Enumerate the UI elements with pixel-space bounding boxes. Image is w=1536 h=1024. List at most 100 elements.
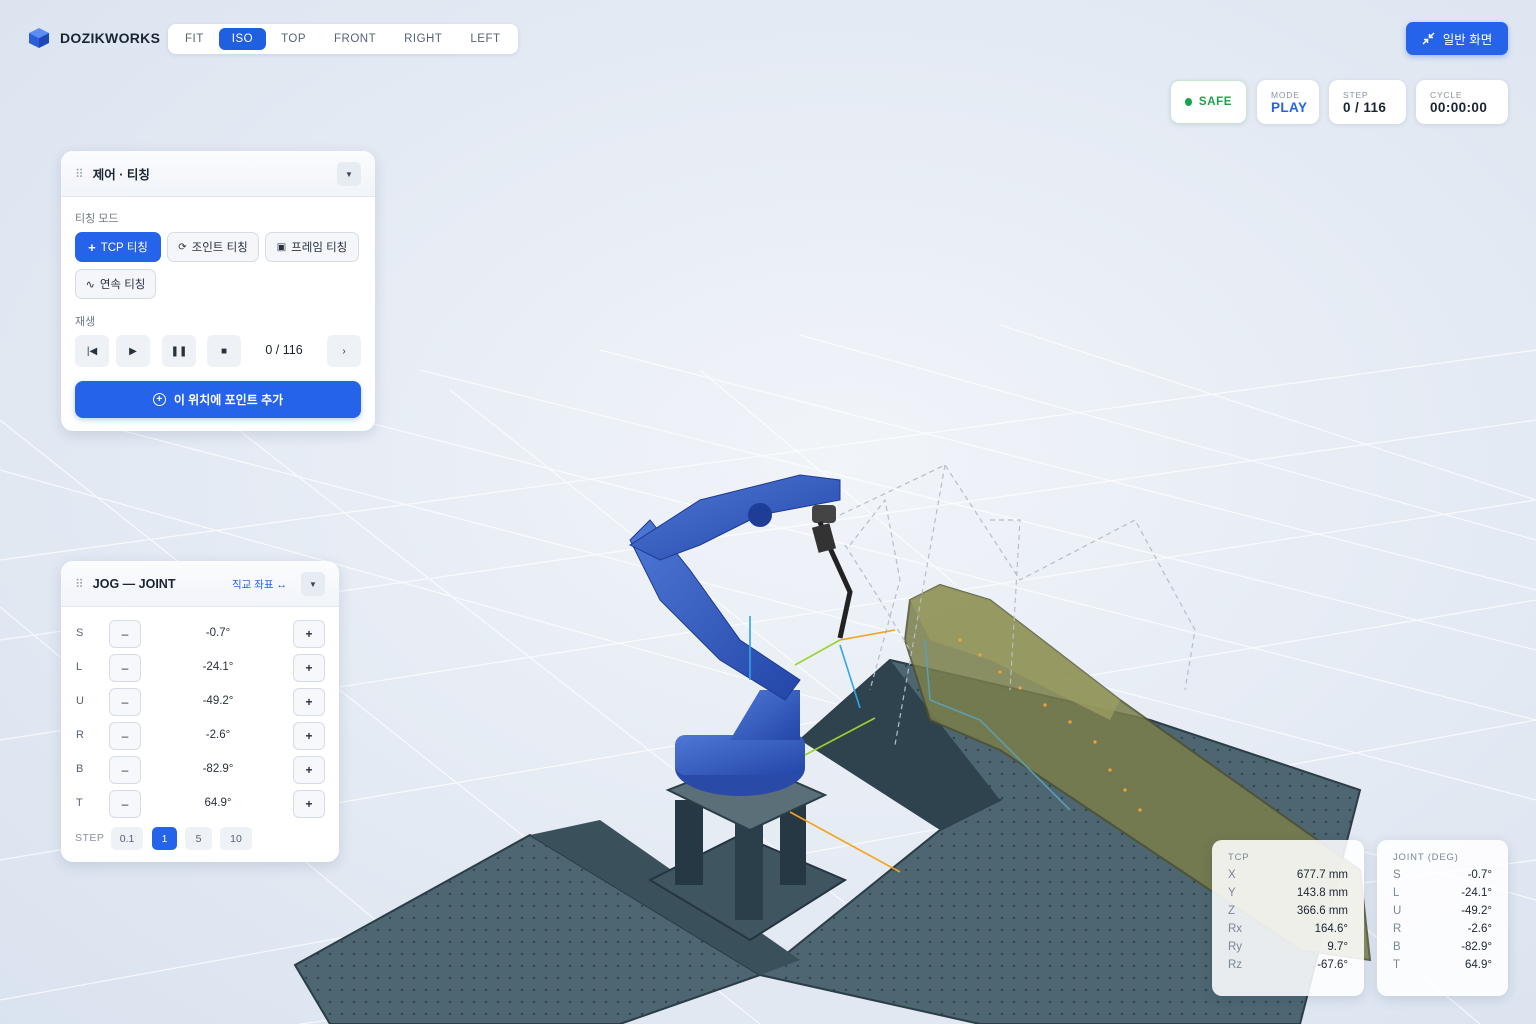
step-status: STEP 0 / 116 bbox=[1329, 80, 1406, 124]
readout-value: -2.6° bbox=[1467, 923, 1492, 935]
axis-value: -2.6° bbox=[205, 729, 231, 741]
readout-value: 143.8 mm bbox=[1296, 887, 1348, 899]
view-toolbar: FIT ISO TOP FRONT RIGHT LEFT bbox=[168, 24, 518, 54]
add-point-button[interactable]: + 이 위치에 포인트 추가 bbox=[75, 381, 361, 418]
jog-plus-button[interactable]: + bbox=[293, 654, 325, 682]
readout-value: -24.1° bbox=[1461, 887, 1492, 899]
cycle-value: 00:00:00 bbox=[1430, 99, 1488, 115]
app-logo: DOZIKWORKS bbox=[28, 27, 160, 49]
step-size-label: STEP bbox=[75, 832, 105, 844]
readout-value: 64.9° bbox=[1465, 959, 1492, 971]
drag-handle-icon[interactable]: ⠿ bbox=[75, 167, 84, 181]
rotate-icon: ⟳ bbox=[178, 241, 187, 253]
readout-value: 164.6° bbox=[1314, 923, 1348, 935]
view-fit-button[interactable]: FIT bbox=[172, 28, 217, 50]
readout-key: Rx bbox=[1228, 923, 1243, 935]
pause-button[interactable]: ❚❚ bbox=[162, 335, 196, 367]
readout-key: L bbox=[1393, 887, 1400, 899]
readout-row: Ry 9.7° bbox=[1228, 941, 1348, 959]
safety-status: SAFE bbox=[1170, 80, 1247, 124]
next-step-button[interactable]: › bbox=[327, 335, 361, 367]
readout-key: Y bbox=[1228, 887, 1236, 899]
readout-row: U -49.2° bbox=[1393, 905, 1492, 923]
view-iso-button[interactable]: ISO bbox=[218, 28, 267, 50]
control-panel-header[interactable]: ⠿ 제어 · 티칭 ▼ bbox=[61, 151, 375, 197]
stop-icon: ■ bbox=[220, 345, 228, 357]
axis-label: L bbox=[76, 661, 83, 673]
readout-value: 9.7° bbox=[1327, 941, 1348, 953]
view-top-button[interactable]: TOP bbox=[268, 28, 319, 50]
readout-key: S bbox=[1393, 869, 1401, 881]
joint-readout: JOINT (DEG) S -0.7° L -24.1° U -49.2° R -2.6… bbox=[1377, 840, 1508, 996]
safe-label: SAFE bbox=[1198, 96, 1232, 108]
play-button[interactable]: ▶ bbox=[116, 335, 150, 367]
readout-value: -0.7° bbox=[1467, 869, 1492, 881]
collapse-panel-button[interactable]: ▼ bbox=[301, 572, 325, 596]
jog-minus-button[interactable]: – bbox=[109, 654, 141, 682]
readout-row: Rx 164.6° bbox=[1228, 923, 1348, 941]
step-5-button[interactable]: 5 bbox=[185, 827, 212, 850]
jog-row-t: T – 64.9° + bbox=[61, 790, 339, 818]
jog-minus-button[interactable]: – bbox=[109, 756, 141, 784]
axis-value: 64.9° bbox=[204, 797, 232, 809]
jog-row-b: B – -82.9° + bbox=[61, 756, 339, 784]
control-panel-title: 제어 · 티칭 bbox=[92, 168, 150, 182]
axis-value: -24.1° bbox=[202, 661, 234, 673]
stop-button[interactable]: ■ bbox=[207, 335, 241, 367]
readout-value: 677.7 mm bbox=[1296, 869, 1348, 881]
view-right-button[interactable]: RIGHT bbox=[391, 28, 455, 50]
jog-minus-button[interactable]: – bbox=[109, 688, 141, 716]
add-point-label: 이 위치에 포인트 추가 bbox=[173, 393, 284, 407]
readout-row: Rz -67.6° bbox=[1228, 959, 1348, 977]
readout-key: B bbox=[1393, 941, 1401, 953]
plus-icon: + bbox=[88, 239, 96, 255]
tcp-teach-button[interactable]: + TCP 티칭 bbox=[75, 232, 161, 262]
tcp-readout-title: TCP bbox=[1228, 852, 1250, 863]
playback-label: 재생 bbox=[75, 316, 96, 328]
collapse-panel-button[interactable]: ▼ bbox=[337, 162, 361, 186]
jog-panel-header[interactable]: ⠿ JOG — JOINT 직교 좌표 ↔ ▼ bbox=[61, 561, 339, 607]
chevron-right-icon: › bbox=[342, 345, 346, 357]
view-front-button[interactable]: FRONT bbox=[321, 28, 389, 50]
jog-plus-button[interactable]: + bbox=[293, 722, 325, 750]
jog-plus-button[interactable]: + bbox=[293, 620, 325, 648]
readout-row: Y 143.8 mm bbox=[1228, 887, 1348, 905]
readout-row: S -0.7° bbox=[1393, 869, 1492, 887]
rewind-button[interactable]: |◀ bbox=[75, 335, 109, 367]
jog-minus-button[interactable]: – bbox=[109, 620, 141, 648]
readout-key: T bbox=[1393, 959, 1401, 971]
axis-label: S bbox=[76, 627, 84, 639]
step-label: STEP bbox=[1343, 89, 1369, 100]
jog-plus-button[interactable]: + bbox=[293, 756, 325, 784]
axis-value: -0.7° bbox=[205, 627, 231, 639]
readout-value: -49.2° bbox=[1461, 905, 1492, 917]
jog-plus-button[interactable]: + bbox=[293, 688, 325, 716]
readout-row: X 677.7 mm bbox=[1228, 869, 1348, 887]
chevron-down-icon: ▼ bbox=[309, 579, 317, 589]
mode-value: PLAY bbox=[1271, 99, 1308, 115]
axis-label: U bbox=[76, 695, 84, 707]
axis-value: -49.2° bbox=[202, 695, 234, 707]
teach-mode-label: 티칭 모드 bbox=[75, 213, 119, 225]
jog-plus-button[interactable]: + bbox=[293, 790, 325, 818]
cartesian-switch-link[interactable]: 직교 좌표 ↔ bbox=[232, 577, 287, 592]
step-0.1-button[interactable]: 0.1 bbox=[111, 827, 143, 850]
joint-teach-button[interactable]: ⟳ 조인트 티칭 bbox=[167, 232, 259, 262]
readout-key: X bbox=[1228, 869, 1236, 881]
skip-start-icon: |◀ bbox=[86, 345, 98, 357]
play-icon: ▶ bbox=[129, 345, 137, 357]
frame-teach-button[interactable]: ▣ 프레임 티칭 bbox=[265, 232, 359, 262]
view-left-button[interactable]: LEFT bbox=[457, 28, 513, 50]
step-1-button[interactable]: 1 bbox=[152, 827, 177, 850]
jog-panel: ⠿ JOG — JOINT 직교 좌표 ↔ ▼ S – -0.7° + L – … bbox=[61, 561, 339, 862]
continuous-teach-label: 연속 티칭 bbox=[99, 279, 146, 291]
normal-view-button[interactable]: 일반 화면 bbox=[1406, 22, 1508, 55]
drag-handle-icon[interactable]: ⠿ bbox=[75, 577, 84, 591]
jog-minus-button[interactable]: – bbox=[109, 722, 141, 750]
cycle-status: CYCLE 00:00:00 bbox=[1416, 80, 1508, 124]
cube-logo-icon bbox=[29, 28, 49, 48]
axis-label: T bbox=[76, 797, 83, 809]
jog-minus-button[interactable]: – bbox=[109, 790, 141, 818]
step-10-button[interactable]: 10 bbox=[220, 827, 252, 850]
continuous-teach-button[interactable]: ∿ 연속 티칭 bbox=[75, 269, 156, 299]
